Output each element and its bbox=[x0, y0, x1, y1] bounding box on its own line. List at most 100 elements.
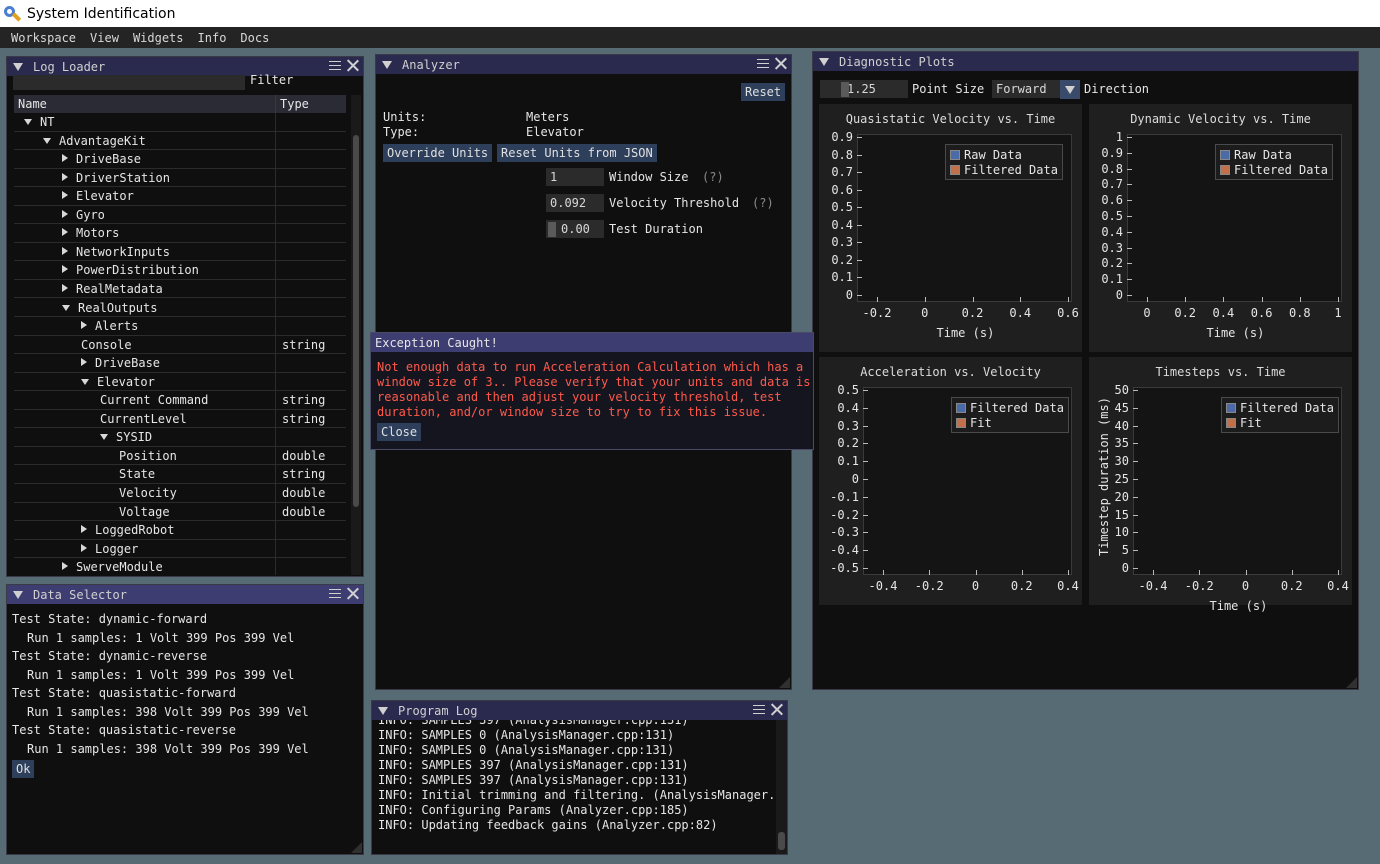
menu-info[interactable]: Info bbox=[191, 31, 234, 45]
menu-view[interactable]: View bbox=[83, 31, 126, 45]
collapse-icon[interactable] bbox=[13, 590, 23, 599]
tree-row[interactable]: Elevator bbox=[14, 373, 346, 392]
collapsed-arrow-icon[interactable] bbox=[81, 358, 87, 367]
tree-row[interactable]: Gyro bbox=[14, 206, 346, 225]
tree-row[interactable]: CurrentLevel string bbox=[14, 410, 346, 429]
plot-legend[interactable]: Filtered Data Fit bbox=[951, 397, 1069, 433]
window-menu-icon[interactable] bbox=[757, 57, 769, 70]
slider-grab[interactable] bbox=[548, 222, 556, 237]
collapsed-arrow-icon[interactable] bbox=[62, 191, 68, 200]
legend-entry[interactable]: Fit bbox=[956, 415, 1064, 430]
tree-row[interactable]: DriveBase bbox=[14, 150, 346, 169]
diagnostic-titlebar[interactable]: Diagnostic Plots bbox=[813, 52, 1358, 71]
window-menu-icon[interactable] bbox=[329, 59, 341, 72]
expanded-arrow-icon[interactable] bbox=[81, 378, 89, 385]
tree-row[interactable]: Voltage double bbox=[14, 503, 346, 522]
collapsed-arrow-icon[interactable] bbox=[62, 154, 68, 163]
tree-row[interactable]: DriverStation bbox=[14, 169, 346, 188]
log-tree-scrollbar[interactable] bbox=[351, 95, 361, 575]
resize-grip[interactable] bbox=[779, 677, 790, 688]
program-log-titlebar[interactable]: Program Log bbox=[372, 701, 787, 720]
tree-row[interactable]: AdvantageKit bbox=[14, 132, 346, 151]
plot-2[interactable]: Dynamic Velocity vs. Time 1 0.9 0.8 0.7 0.6 0.… bbox=[1089, 104, 1352, 352]
collapsed-arrow-icon[interactable] bbox=[62, 283, 68, 292]
resize-grip[interactable] bbox=[351, 842, 362, 853]
collapsed-arrow-icon[interactable] bbox=[62, 172, 68, 181]
resize-grip[interactable] bbox=[1346, 677, 1357, 688]
legend-entry[interactable]: Filtered Data bbox=[950, 162, 1058, 177]
collapsed-arrow-icon[interactable] bbox=[62, 228, 68, 237]
col-type-header[interactable]: Type bbox=[280, 97, 309, 111]
close-icon[interactable] bbox=[346, 59, 359, 72]
menu-widgets[interactable]: Widgets bbox=[126, 31, 191, 45]
legend-entry[interactable]: Filtered Data bbox=[956, 400, 1064, 415]
dropdown-arrow-icon[interactable] bbox=[1060, 80, 1080, 99]
legend-entry[interactable]: Raw Data bbox=[1220, 147, 1328, 162]
legend-entry[interactable]: Filtered Data bbox=[1220, 162, 1328, 177]
collapse-icon[interactable] bbox=[378, 706, 388, 715]
collapse-icon[interactable] bbox=[13, 62, 23, 71]
window-size-input[interactable]: 1 bbox=[546, 168, 604, 186]
log-loader-titlebar[interactable]: Log Loader bbox=[7, 57, 363, 76]
tree-row[interactable]: Velocity double bbox=[14, 484, 346, 503]
tree-row[interactable]: Position double bbox=[14, 447, 346, 466]
ok-button[interactable]: Ok bbox=[12, 760, 35, 778]
filter-input[interactable] bbox=[13, 75, 245, 90]
exception-titlebar[interactable]: Exception Caught! bbox=[371, 333, 813, 352]
data-selector-titlebar[interactable]: Data Selector bbox=[7, 585, 363, 604]
collapsed-arrow-icon[interactable] bbox=[62, 265, 68, 274]
close-icon[interactable] bbox=[774, 57, 787, 70]
window-size-help[interactable]: (?) bbox=[702, 170, 724, 184]
tree-row[interactable]: LoggedRobot bbox=[14, 521, 346, 540]
collapsed-arrow-icon[interactable] bbox=[81, 321, 87, 330]
tree-row[interactable]: Motors bbox=[14, 224, 346, 243]
window-menu-icon[interactable] bbox=[753, 703, 765, 716]
window-menu-icon[interactable] bbox=[329, 587, 341, 600]
plot-legend[interactable]: Raw Data Filtered Data bbox=[1215, 144, 1333, 180]
expanded-arrow-icon[interactable] bbox=[100, 434, 108, 441]
menu-docs[interactable]: Docs bbox=[233, 31, 276, 45]
expanded-arrow-icon[interactable] bbox=[43, 137, 51, 144]
tree-row[interactable]: State string bbox=[14, 465, 346, 484]
plot-4[interactable]: Timesteps vs. Time 50 45 40 35 30 25 20 15 10 5 0 -0… bbox=[1089, 357, 1352, 613]
plot-3[interactable]: Acceleration vs. Velocity 0.5 0.4 0.3 0.2 0.1… bbox=[819, 357, 1082, 605]
tree-row[interactable]: Elevator bbox=[14, 187, 346, 206]
close-icon[interactable] bbox=[770, 703, 783, 716]
collapse-icon[interactable] bbox=[819, 57, 829, 66]
tree-row[interactable]: NT bbox=[14, 113, 346, 132]
col-name-header[interactable]: Name bbox=[18, 97, 47, 111]
close-button[interactable]: Close bbox=[377, 423, 422, 441]
expanded-arrow-icon[interactable] bbox=[62, 304, 70, 311]
tree-row[interactable]: Console string bbox=[14, 336, 346, 355]
plot-legend[interactable]: Raw Data Filtered Data bbox=[945, 144, 1063, 180]
collapsed-arrow-icon[interactable] bbox=[62, 209, 68, 218]
override-units-button[interactable]: Override Units bbox=[383, 144, 493, 162]
plot-legend[interactable]: Filtered Data Fit bbox=[1221, 397, 1339, 433]
menu-workspace[interactable]: Workspace bbox=[4, 31, 83, 45]
program-log-scrollbar[interactable] bbox=[776, 720, 787, 854]
point-size-slider[interactable]: 1.25 bbox=[820, 80, 908, 98]
tree-row[interactable]: Logger bbox=[14, 540, 346, 559]
tree-row[interactable]: RealMetadata bbox=[14, 280, 346, 299]
analyzer-titlebar[interactable]: Analyzer bbox=[376, 55, 791, 74]
legend-entry[interactable]: Filtered Data bbox=[1226, 400, 1334, 415]
direction-select[interactable]: Forward bbox=[992, 80, 1080, 99]
legend-entry[interactable]: Raw Data bbox=[950, 147, 1058, 162]
plot-1[interactable]: Quasistatic Velocity vs. Time 0.9 0.8 0.7 0.… bbox=[819, 104, 1082, 352]
tree-row[interactable]: RealOutputs bbox=[14, 299, 346, 317]
legend-entry[interactable]: Fit bbox=[1226, 415, 1334, 430]
expanded-arrow-icon[interactable] bbox=[24, 119, 32, 125]
velocity-threshold-input[interactable]: 0.092 bbox=[546, 194, 604, 212]
tree-row[interactable]: Current Command string bbox=[14, 391, 346, 410]
tree-row[interactable]: PowerDistribution bbox=[14, 261, 346, 280]
slider-grab[interactable] bbox=[841, 82, 849, 97]
collapsed-arrow-icon[interactable] bbox=[62, 562, 68, 571]
velocity-threshold-help[interactable]: (?) bbox=[752, 196, 774, 210]
tree-row[interactable]: Alerts bbox=[14, 317, 346, 336]
collapse-icon[interactable] bbox=[382, 60, 392, 69]
reset-units-button[interactable]: Reset Units from JSON bbox=[497, 144, 657, 162]
tree-row[interactable]: DriveBase bbox=[14, 354, 346, 373]
close-icon[interactable] bbox=[346, 587, 359, 600]
test-duration-slider[interactable]: 0.00 bbox=[546, 220, 604, 238]
collapsed-arrow-icon[interactable] bbox=[81, 525, 87, 534]
